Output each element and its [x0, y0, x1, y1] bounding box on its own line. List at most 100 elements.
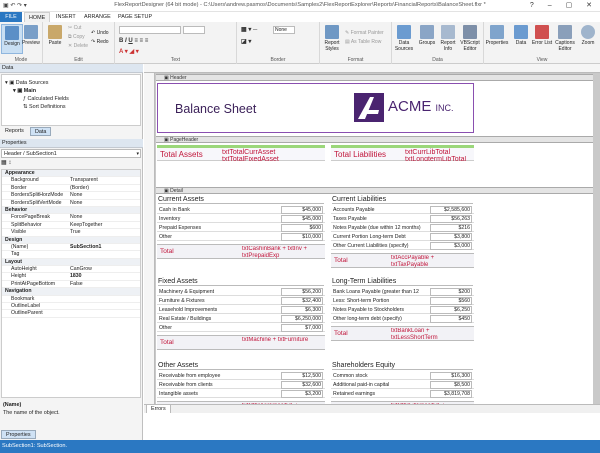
row-value[interactable]: $8,500 [430, 381, 472, 389]
other-assets-heading[interactable]: Other Assets [158, 362, 324, 370]
row-value[interactable]: $600 [281, 224, 323, 232]
data-sources-button[interactable]: Data Sources [393, 24, 415, 54]
property-category[interactable]: Behavior [2, 206, 140, 215]
font-size-input[interactable] [183, 26, 205, 34]
font-name-input[interactable] [119, 26, 181, 34]
format-painter-button[interactable]: ✎ Format Painter [345, 30, 384, 36]
row-value[interactable]: $3,800 [430, 233, 472, 241]
groups-button[interactable]: Groups [416, 24, 438, 54]
section-detail[interactable]: ▣ Detail [156, 187, 593, 194]
property-row[interactable]: BordersSplitVertMode None [2, 200, 140, 207]
table-row[interactable]: Less: Short-term Portion $560 [331, 297, 474, 305]
row-value[interactable]: $560 [430, 297, 472, 305]
property-row[interactable]: OutlineLabel [2, 303, 140, 311]
property-row[interactable]: Background Transparent [2, 177, 140, 185]
table-row[interactable]: Taxes Payable $56,263 [331, 215, 474, 223]
property-row[interactable]: Tag [2, 251, 140, 259]
zoom-button[interactable]: Zoom [577, 24, 599, 54]
undo-button[interactable]: ↶ Undo [91, 30, 109, 36]
fixed-assets-heading[interactable]: Fixed Assets [158, 278, 324, 286]
row-value[interactable]: $6,250,000 [281, 315, 323, 323]
border-style-select[interactable]: None [273, 26, 295, 34]
row-value[interactable]: $32,600 [281, 381, 323, 389]
table-row[interactable]: Notes Payable to Stockholders $6,250 [331, 306, 474, 314]
total-expression-field[interactable]: txtMachine + txtFurniture [242, 337, 322, 351]
row-value[interactable]: $10,000 [281, 233, 323, 241]
tab-arrange[interactable]: ARRANGE [80, 12, 115, 22]
total-liabilities-field[interactable]: txtCurrLibTotal [405, 149, 450, 156]
property-row[interactable]: BordersSplitHorzMode None [2, 192, 140, 200]
header-subsection[interactable]: Balance Sheet ACME INC. [157, 83, 474, 133]
table-row[interactable]: Notes Payable (due within 12 months) $216 [331, 224, 474, 232]
property-value[interactable]: True [70, 229, 80, 236]
table-row[interactable]: Retained earnings $3,819,708 [331, 390, 474, 398]
tab-page-setup[interactable]: PAGE SETUP [114, 12, 156, 22]
vbscript-editor-button[interactable]: VBScript Editor [459, 24, 481, 54]
tree-main[interactable]: ▾ ▣ Main [13, 88, 36, 94]
property-value[interactable]: SubSection1 [70, 244, 101, 251]
current-assets-heading[interactable]: Current Assets [158, 196, 324, 204]
tab-file[interactable]: FILE [0, 12, 22, 22]
report-page[interactable]: ▣ Header Balance Sheet ACME INC. ▣ PageH… [156, 74, 593, 404]
current-liabilities-total-row[interactable]: Total txtAccPayable + txtTaxPayable [331, 253, 474, 268]
row-value[interactable]: $3,000 [430, 242, 472, 250]
row-value[interactable]: $32,400 [281, 297, 323, 305]
property-category[interactable]: Layout [2, 258, 140, 267]
table-row[interactable]: Common stock $16,300 [331, 372, 474, 380]
current-assets-total-row[interactable]: Total txtCashinBank + txtInv + txtPrepaid… [157, 244, 325, 259]
tab-data[interactable]: Data [30, 127, 52, 136]
cut-button[interactable]: ✂ Cut [68, 25, 81, 31]
copy-button[interactable]: ⧉ Copy [68, 34, 85, 40]
property-row[interactable]: PrintAtPageBottom False [2, 281, 140, 289]
text-format-buttons[interactable]: B I U ≡ ≡ ≡ [119, 38, 148, 44]
as-table-row-button[interactable]: ▤ As Table Row [345, 39, 381, 45]
properties-button[interactable]: Properties [485, 24, 509, 54]
row-value[interactable]: $6,250 [430, 306, 472, 314]
tree-data-sources[interactable]: ▾ ▣ Data Sources [5, 80, 48, 86]
captions-editor-button[interactable]: Captions Editor [553, 24, 577, 54]
property-value[interactable]: KeepTogether [70, 222, 102, 229]
row-value[interactable]: $216 [430, 224, 472, 232]
table-row[interactable]: Real Estate / Buildings $6,250,000 [157, 315, 325, 323]
property-value[interactable]: False [70, 281, 83, 288]
tree-calculated-fields[interactable]: ƒ Calculated Fields [23, 96, 69, 102]
long-term-liabilities-heading[interactable]: Long-Term Liabilities [332, 278, 473, 286]
table-row[interactable]: Leasehold Improvements $6,300 [157, 306, 325, 314]
long-term-liabilities-total-row[interactable]: Total txtBankLoan + txtLessShortTerm [331, 326, 474, 341]
property-row[interactable]: ForcePageBreak None [2, 214, 140, 222]
row-value[interactable]: $3,200 [281, 390, 323, 398]
total-assets-field[interactable]: txtTotalCurrAsset [222, 149, 275, 156]
acme-logo-mark[interactable] [354, 93, 384, 122]
total-expression-field[interactable]: txtCashinBank + txtInv + txtPrepaidExp [242, 246, 322, 260]
tab-properties[interactable]: Properties [1, 430, 36, 439]
tree-sort-definitions[interactable]: ⇅ Sort Definitions [23, 104, 66, 110]
tab-home[interactable]: HOME [24, 12, 51, 22]
data-pane-button[interactable]: Data [510, 24, 532, 54]
row-value[interactable]: $3,819,708 [430, 390, 472, 398]
row-value[interactable]: $6,300 [281, 306, 323, 314]
row-value[interactable]: $200 [430, 288, 472, 296]
table-row[interactable]: Other $10,000 [157, 233, 325, 241]
report-styles-button[interactable]: Report Styles [321, 24, 343, 54]
total-expression-field[interactable]: txtBankLoan + txtLessShortTerm [391, 328, 471, 342]
shareholders-equity-heading[interactable]: Shareholders Equity [332, 362, 473, 370]
property-row[interactable]: Border (Border) [2, 185, 140, 193]
property-value[interactable]: CanGrow [70, 266, 92, 273]
fixed-assets-total-row[interactable]: Total txtMachine + txtFurniture [157, 335, 325, 350]
row-value[interactable]: $56,200 [281, 288, 323, 296]
property-value[interactable]: None [70, 192, 82, 199]
table-row[interactable]: Other Current Liabilities (specify) $3,00… [331, 242, 474, 250]
property-category[interactable]: Appearance [2, 170, 140, 178]
row-value[interactable]: $7,000 [281, 324, 323, 332]
alphabetical-icon[interactable]: ↕ [8, 160, 11, 166]
ph-total-liabilities-row[interactable]: Total Liabilities txtCurrLibTotal txtLon… [331, 145, 474, 161]
table-row[interactable]: Other $7,000 [157, 324, 325, 332]
delete-button[interactable]: ✕ Delete [68, 43, 88, 49]
section-header[interactable]: ▣ Header [156, 74, 593, 81]
preview-button[interactable]: Preview [20, 24, 42, 54]
longterm-liabilities-field[interactable]: txtLongtermLibTotal [405, 156, 466, 161]
property-value[interactable]: None [70, 214, 82, 221]
total-expression-field[interactable]: txtAccPayable + txtTaxPayable [391, 255, 471, 269]
redo-button[interactable]: ↷ Redo [91, 39, 109, 45]
section-pageheader[interactable]: ▣ PageHeader [156, 136, 593, 143]
